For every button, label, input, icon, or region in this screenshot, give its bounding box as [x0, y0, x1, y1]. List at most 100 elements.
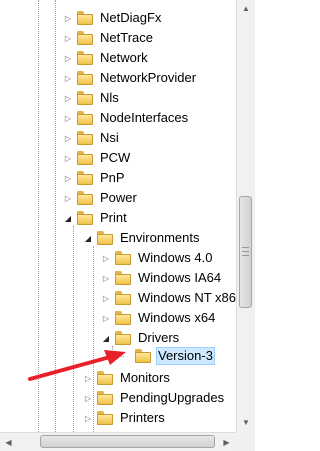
- tree-item-power[interactable]: ▷ Power: [63, 188, 139, 208]
- tree-item-label: Version-3: [156, 347, 215, 365]
- scroll-down-arrow-icon[interactable]: ▼: [237, 414, 255, 431]
- tree-item-network[interactable]: ▷ Network: [63, 48, 150, 68]
- folder-icon: [115, 291, 131, 305]
- folder-icon: [77, 71, 93, 85]
- tree-line: [55, 0, 56, 432]
- triangle-right-icon[interactable]: ▷: [83, 392, 93, 404]
- folder-icon: [77, 131, 93, 145]
- folder-icon: [97, 411, 113, 425]
- folder-open-icon: [97, 231, 113, 245]
- tree-item-nettrace[interactable]: ▷ NetTrace: [63, 28, 155, 48]
- tree-item-label: NetDiagFx: [100, 10, 162, 25]
- tree-item-label: NodeInterfaces: [100, 110, 189, 125]
- triangle-right-icon[interactable]: ▷: [83, 412, 93, 424]
- tree-item-drivers[interactable]: ◢ Drivers: [101, 328, 181, 348]
- scroll-left-arrow-icon[interactable]: ◀: [0, 433, 17, 451]
- triangle-right-icon[interactable]: ▷: [63, 132, 73, 144]
- grip-line: [242, 255, 249, 256]
- triangle-down-icon[interactable]: ◢: [101, 332, 111, 344]
- tree-item-print[interactable]: ◢ Print: [63, 208, 129, 228]
- vertical-scroll-thumb[interactable]: [239, 196, 252, 308]
- scrollbar-corner: [236, 432, 255, 451]
- tree-item-pendingupgrades[interactable]: ▷ PendingUpgrades: [83, 388, 226, 408]
- tree-item-netdiagfx[interactable]: ▷ NetDiagFx: [63, 8, 163, 28]
- tree-item-label: Network: [100, 50, 148, 65]
- horizontal-scrollbar[interactable]: ◀ ▶: [0, 432, 236, 451]
- tree-item-monitors[interactable]: ▷ Monitors: [83, 368, 172, 388]
- triangle-right-icon[interactable]: ▷: [101, 312, 111, 324]
- tree-line: [38, 0, 39, 432]
- triangle-right-icon[interactable]: ▷: [63, 72, 73, 84]
- tree-item-pcw[interactable]: ▷ PCW: [63, 148, 132, 168]
- tree-item-pnp[interactable]: ▷ PnP: [63, 168, 127, 188]
- tree-item-label: Windows NT x86: [138, 290, 236, 305]
- tree-item-windows-4-0[interactable]: ▷ Windows 4.0: [101, 248, 214, 268]
- tree-item-nls[interactable]: ▷ Nls: [63, 88, 121, 108]
- registry-editor-tree-pane: ▷ NetDiagFx ▷ NetTrace ▷ Network ▷ Netwo…: [0, 0, 255, 451]
- tree-item-nodeinterfaces[interactable]: ▷ NodeInterfaces: [63, 108, 190, 128]
- tree-item-label: PendingUpgrades: [120, 390, 225, 405]
- folder-icon: [77, 91, 93, 105]
- tree-item-label: Printers: [120, 410, 165, 425]
- folder-icon: [77, 111, 93, 125]
- tree-item-networkprovider[interactable]: ▷ NetworkProvider: [63, 68, 198, 88]
- tree-item-label: Print: [100, 210, 127, 225]
- folder-icon: [115, 251, 131, 265]
- folder-icon: [77, 171, 93, 185]
- tree-item-printers[interactable]: ▷ Printers: [83, 408, 167, 428]
- tree-item-label: Windows 4.0: [138, 250, 213, 265]
- grip-line: [242, 251, 249, 252]
- tree-item-version-3[interactable]: Version-3: [121, 346, 215, 366]
- folder-icon: [77, 151, 93, 165]
- folder-icon: [77, 11, 93, 25]
- folder-icon: [97, 371, 113, 385]
- triangle-down-icon[interactable]: ◢: [63, 212, 73, 224]
- tree-line: [73, 226, 74, 432]
- tree-item-label: PCW: [100, 150, 131, 165]
- tree-item-label: Environments: [120, 230, 200, 245]
- folder-icon: [115, 271, 131, 285]
- tree-item-label: Monitors: [120, 370, 170, 385]
- triangle-right-icon[interactable]: ▷: [101, 292, 111, 304]
- tree-item-windows-x64[interactable]: ▷ Windows x64: [101, 308, 217, 328]
- tree-item-label: NetTrace: [100, 30, 153, 45]
- vertical-scrollbar[interactable]: ▲ ▼: [236, 0, 255, 432]
- tree-line: [112, 346, 113, 360]
- tree-item-label: Drivers: [138, 330, 180, 345]
- folder-icon: [115, 311, 131, 325]
- triangle-right-icon[interactable]: ▷: [101, 252, 111, 264]
- tree-item-label: Windows x64: [138, 310, 216, 325]
- triangle-right-icon[interactable]: ▷: [63, 12, 73, 24]
- triangle-right-icon[interactable]: ▷: [63, 52, 73, 64]
- tree-item-label: Nsi: [100, 130, 119, 145]
- triangle-right-icon[interactable]: ▷: [63, 112, 73, 124]
- triangle-right-icon[interactable]: ▷: [63, 172, 73, 184]
- tree-item-windows-ia64[interactable]: ▷ Windows IA64: [101, 268, 223, 288]
- triangle-right-icon[interactable]: ▷: [101, 272, 111, 284]
- registry-key-tree[interactable]: ▷ NetDiagFx ▷ NetTrace ▷ Network ▷ Netwo…: [0, 0, 236, 432]
- folder-icon: [97, 391, 113, 405]
- tree-item-label: Nls: [100, 90, 119, 105]
- folder-icon: [77, 51, 93, 65]
- scroll-up-arrow-icon[interactable]: ▲: [237, 0, 255, 17]
- triangle-right-icon[interactable]: ▷: [63, 152, 73, 164]
- folder-open-icon: [77, 211, 93, 225]
- tree-item-label: NetworkProvider: [100, 70, 197, 85]
- tree-item-label: Windows IA64: [138, 270, 222, 285]
- triangle-down-icon[interactable]: ◢: [83, 232, 93, 244]
- folder-icon: [77, 31, 93, 45]
- tree-item-windows-nt-x86[interactable]: ▷ Windows NT x86: [101, 288, 236, 308]
- tree-item-nsi[interactable]: ▷ Nsi: [63, 128, 121, 148]
- triangle-right-icon[interactable]: ▷: [83, 372, 93, 384]
- triangle-right-icon[interactable]: ▷: [63, 32, 73, 44]
- tree-item-environments[interactable]: ◢ Environments: [83, 228, 201, 248]
- grip-line: [242, 247, 249, 248]
- triangle-right-icon[interactable]: ▷: [63, 192, 73, 204]
- folder-icon: [135, 349, 151, 363]
- folder-open-icon: [115, 331, 131, 345]
- tree-item-label: PnP: [100, 170, 125, 185]
- horizontal-scroll-thumb[interactable]: [40, 435, 215, 448]
- triangle-right-icon[interactable]: ▷: [63, 92, 73, 104]
- scroll-right-arrow-icon[interactable]: ▶: [218, 433, 235, 451]
